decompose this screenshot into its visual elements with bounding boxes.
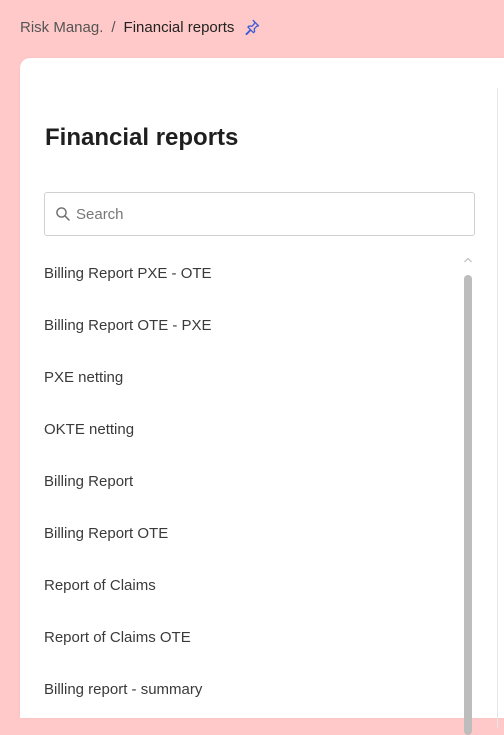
search-icon bbox=[55, 206, 71, 222]
scrollbar-thumb[interactable] bbox=[464, 275, 472, 735]
list-item[interactable]: Billing report - summary bbox=[20, 664, 460, 698]
chevron-up-icon[interactable] bbox=[463, 256, 473, 268]
breadcrumb-separator: / bbox=[111, 18, 116, 36]
reports-list: Billing Report PXE - OTE Billing Report … bbox=[20, 248, 460, 698]
breadcrumb: Risk Manag. / Financial reports bbox=[0, 0, 504, 58]
pin-icon[interactable] bbox=[243, 18, 261, 36]
list-item[interactable]: OKTE netting bbox=[20, 404, 460, 456]
list-item[interactable]: Billing Report bbox=[20, 456, 460, 508]
list-item[interactable]: Billing Report OTE - PXE bbox=[20, 300, 460, 352]
search-box[interactable] bbox=[44, 192, 475, 236]
list-item[interactable]: Billing Report OTE bbox=[20, 508, 460, 560]
breadcrumb-parent-link[interactable]: Risk Manag. bbox=[20, 19, 103, 36]
list-item[interactable]: PXE netting bbox=[20, 352, 460, 404]
panel-divider bbox=[497, 88, 498, 728]
reports-panel: Financial reports Billing Report PXE - O… bbox=[20, 58, 504, 735]
list-item[interactable]: Report of Claims OTE bbox=[20, 612, 460, 664]
breadcrumb-current: Financial reports bbox=[123, 18, 235, 36]
search-input[interactable] bbox=[76, 205, 456, 223]
page-title: Financial reports bbox=[45, 124, 239, 151]
list-item[interactable]: Report of Claims bbox=[20, 560, 460, 612]
list-item[interactable]: Billing Report PXE - OTE bbox=[20, 248, 460, 300]
